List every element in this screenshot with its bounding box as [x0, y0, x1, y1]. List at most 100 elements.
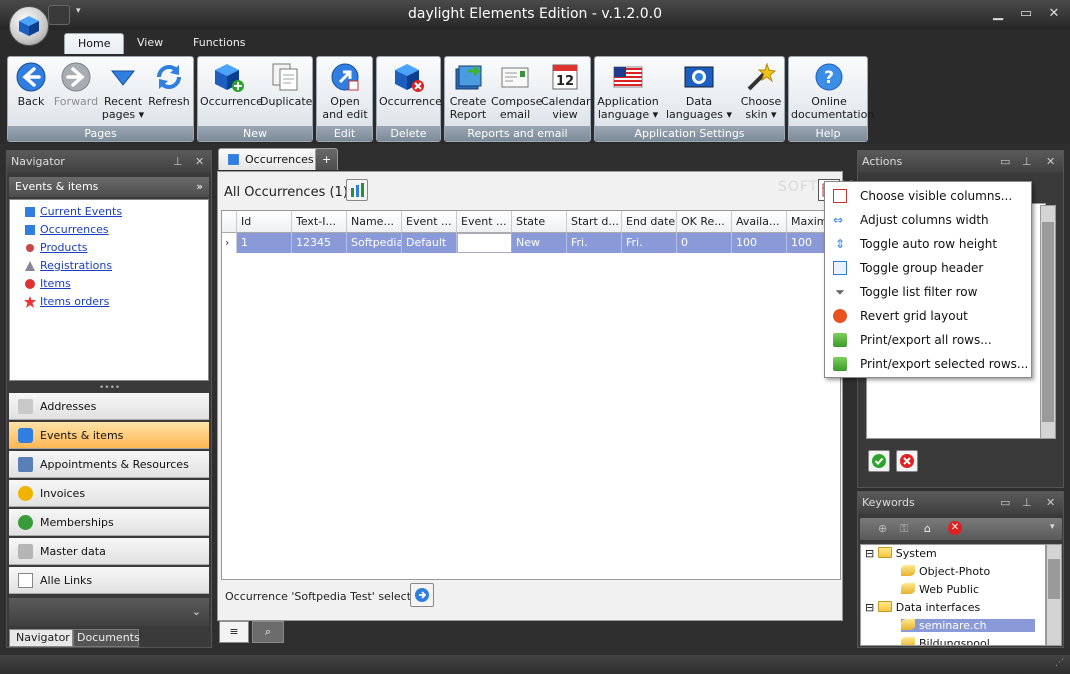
create-report-button[interactable]: Create Report: [447, 59, 489, 121]
edit-keyword-icon[interactable]: ⚿: [900, 522, 908, 536]
column-header[interactable]: Id: [237, 211, 292, 233]
tab-view[interactable]: View: [124, 33, 176, 54]
navbar-events-items[interactable]: Events & items: [9, 422, 209, 449]
window-icon[interactable]: ▭: [1000, 151, 1010, 173]
menu-toggle-group-header[interactable]: Toggle group header: [825, 256, 1031, 280]
table-cell[interactable]: 1: [237, 233, 292, 253]
close-button[interactable]: ✕: [1046, 6, 1062, 22]
navbar-master-data[interactable]: Master data: [9, 538, 209, 565]
table-cell[interactable]: Default: [402, 233, 457, 253]
menu-revert-grid-layout[interactable]: Revert grid layout: [825, 304, 1031, 328]
table-cell[interactable]: New: [512, 233, 567, 253]
menu-toggle-list-filter-row[interactable]: ⏷ Toggle list filter row: [825, 280, 1031, 304]
keywords-scrollbar[interactable]: [1046, 544, 1062, 646]
search-tab[interactable]: ⌕: [252, 621, 284, 643]
navbar-overflow-chevron-icon[interactable]: ⌄: [9, 598, 209, 626]
delete-keyword-icon[interactable]: ✕: [948, 521, 962, 535]
discard-button[interactable]: [896, 450, 918, 472]
navbar-addresses[interactable]: Addresses: [9, 393, 209, 420]
resize-grip-icon[interactable]: ⋰: [1055, 658, 1064, 668]
add-tab-button[interactable]: +: [315, 148, 339, 170]
table-cell[interactable]: Fri.: [622, 233, 677, 253]
list-view-tab[interactable]: ≡: [219, 621, 249, 643]
menu-adjust-columns-width[interactable]: ⇔ Adjust columns width: [825, 208, 1031, 232]
scroll-thumb[interactable]: [1048, 559, 1060, 599]
navbar-alle-links[interactable]: Alle Links: [9, 567, 209, 594]
column-header[interactable]: Start d...: [567, 211, 622, 233]
actions-scrollbar[interactable]: [1040, 205, 1056, 439]
calendar-view-button[interactable]: 12 Calendar view: [541, 59, 590, 121]
duplicate-button[interactable]: Duplicate: [260, 59, 312, 108]
table-cell-focused[interactable]: [457, 233, 512, 253]
tree-node-object-photo[interactable]: Object-Photo: [901, 565, 990, 578]
app-menu-button[interactable]: [9, 6, 49, 46]
collapse-chevron-icon[interactable]: »: [196, 177, 203, 197]
pin-icon[interactable]: ⊥: [1022, 151, 1032, 173]
application-language-button[interactable]: Application language ▾: [597, 59, 659, 121]
nav-link-items[interactable]: Items: [40, 277, 71, 290]
table-cell[interactable]: Fri.: [567, 233, 622, 253]
new-occurrence-button[interactable]: Occurrence: [200, 59, 263, 108]
tree-node-seminare[interactable]: seminare.ch: [901, 619, 1035, 632]
online-documentation-button[interactable]: ? Online documentation: [791, 59, 874, 121]
refresh-button[interactable]: Refresh: [147, 59, 191, 108]
column-header[interactable]: Text-I...: [292, 211, 347, 233]
pin-icon[interactable]: ⊥: [173, 151, 183, 173]
tab-home[interactable]: Home: [64, 33, 125, 54]
tree-node-bildungspool[interactable]: Bildungspool: [901, 637, 990, 645]
open-and-edit-button[interactable]: Open and edit: [319, 59, 371, 121]
table-cell[interactable]: 100: [732, 233, 787, 253]
navbar-memberships[interactable]: Memberships: [9, 509, 209, 536]
close-icon[interactable]: ✕: [1046, 492, 1055, 514]
tree-node-data-interfaces[interactable]: ⊟ Data interfaces: [865, 601, 980, 614]
window-icon[interactable]: ▭: [1000, 492, 1010, 514]
close-icon[interactable]: ✕: [195, 151, 204, 173]
maximize-button[interactable]: ▭: [1018, 6, 1034, 22]
add-keyword-icon[interactable]: ⊕: [878, 522, 887, 535]
table-cell[interactable]: 0: [677, 233, 732, 253]
nav-link-registrations[interactable]: Registrations: [40, 259, 112, 272]
compose-email-button[interactable]: Compose email: [491, 59, 542, 121]
tab-navigator[interactable]: Navigator: [9, 629, 73, 647]
open-selected-button[interactable]: [410, 583, 434, 607]
tree-node-web-public[interactable]: Web Public: [901, 583, 979, 596]
home-icon[interactable]: ⌂: [924, 522, 931, 535]
tab-functions[interactable]: Functions: [180, 33, 259, 54]
tab-occurrences[interactable]: Occurrences: [218, 148, 323, 170]
back-button[interactable]: Back: [11, 59, 51, 108]
column-header[interactable]: OK Re...: [677, 211, 732, 233]
column-header[interactable]: Event ...: [457, 211, 512, 233]
navbar-invoices[interactable]: Invoices: [9, 480, 209, 507]
apply-button[interactable]: [868, 450, 890, 472]
tab-documents[interactable]: Documents: [73, 629, 140, 647]
row-indicator-icon[interactable]: ›: [222, 233, 237, 253]
nav-link-products[interactable]: Products: [40, 241, 88, 254]
pin-icon[interactable]: ⊥: [1022, 492, 1032, 514]
column-header[interactable]: Name...: [347, 211, 402, 233]
navigator-section-header[interactable]: Events & items »: [9, 177, 209, 197]
column-header[interactable]: Event ...: [402, 211, 457, 233]
column-header[interactable]: Availa...: [732, 211, 787, 233]
splitter-grip[interactable]: ••••: [99, 383, 120, 393]
delete-occurrence-button[interactable]: Occurrence: [379, 59, 442, 108]
nav-link-items-orders[interactable]: Items orders: [40, 295, 109, 308]
toolbar-dropdown-icon[interactable]: ▾: [1050, 522, 1055, 532]
column-header[interactable]: End date: [622, 211, 677, 233]
column-header[interactable]: State: [512, 211, 567, 233]
minimize-button[interactable]: ▁: [990, 6, 1006, 22]
data-languages-button[interactable]: Data languages ▾: [661, 59, 737, 121]
forward-button[interactable]: Forward: [53, 59, 99, 108]
menu-print-export-selected[interactable]: Print/export selected rows...: [825, 352, 1031, 376]
column-chooser-button[interactable]: [346, 179, 368, 201]
nav-link-occurrences[interactable]: Occurrences: [40, 223, 109, 236]
tree-node-system[interactable]: ⊟ System: [865, 547, 937, 560]
scroll-thumb[interactable]: [1042, 222, 1054, 422]
navbar-appointments[interactable]: Appointments & Resources: [9, 451, 209, 478]
close-icon[interactable]: ✕: [1046, 151, 1055, 173]
choose-skin-button[interactable]: Choose skin ▾: [739, 59, 783, 121]
menu-print-export-all[interactable]: Print/export all rows...: [825, 328, 1031, 352]
table-cell[interactable]: Softpedia: [347, 233, 402, 253]
nav-link-current-events[interactable]: Current Events: [40, 205, 122, 218]
menu-toggle-auto-row-height[interactable]: ⇕ Toggle auto row height: [825, 232, 1031, 256]
menu-choose-visible-columns[interactable]: Choose visible columns...: [825, 184, 1031, 208]
